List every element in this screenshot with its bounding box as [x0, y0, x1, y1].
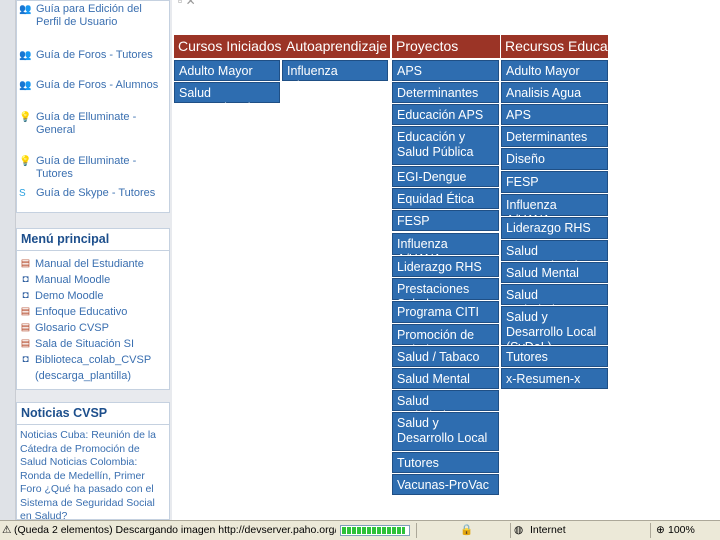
- course-link[interactable]: Influenza A/H1N1: [392, 233, 499, 266]
- course-link[interactable]: Salud Trabajadores: [501, 284, 608, 317]
- forum-icon: 👥: [19, 50, 32, 61]
- lightbulb-icon: 💡: [19, 112, 32, 123]
- course-link[interactable]: x-Resumen-x: [501, 368, 608, 389]
- menu-item-label: Biblioteca_colab_CVSP: [35, 354, 152, 366]
- course-link[interactable]: Influenza A/H1N1: [282, 60, 388, 93]
- separator: [510, 523, 511, 538]
- globe-icon: ◍: [514, 524, 524, 536]
- user-group-icon: 👥: [19, 4, 32, 15]
- guide-link-label: Guía de Foros - Alumnos: [36, 79, 159, 91]
- course-link[interactable]: Salud Trabajadores: [392, 390, 499, 423]
- menu-item-label: Demo Moodle: [35, 290, 104, 302]
- guide-link-label: Guía de Skype - Tutores: [36, 187, 156, 199]
- course-link[interactable]: Salud Internacional: [174, 82, 280, 115]
- menu-item-label: Enfoque Educativo: [35, 306, 128, 318]
- lightbulb-icon: 💡: [19, 156, 32, 167]
- lock-icon: 🔒: [460, 524, 474, 536]
- guide-link-label: Guía de Elluminate - General: [36, 111, 137, 136]
- main-menu-block: Menú principal ▤ Manual del Estudiante ◘ Ma…: [16, 228, 170, 390]
- skype-icon: S: [19, 188, 26, 199]
- moodle-icon: ◘: [22, 354, 29, 365]
- course-link[interactable]: Educación APS: [392, 104, 499, 125]
- course-link[interactable]: Analisis Agua: [501, 82, 608, 103]
- news-title[interactable]: Noticias CVSP: [17, 403, 169, 425]
- status-text: (Queda 2 elementos) Descargando imagen h…: [14, 524, 336, 536]
- menu-item-label: Manual del Estudiante: [35, 258, 144, 270]
- sidebar: 👥 Guía para Edición del Perfil de Usuario…: [0, 0, 172, 522]
- course-link[interactable]: Promoción de Salud: [392, 324, 499, 357]
- course-link[interactable]: FESP: [501, 171, 608, 193]
- course-link[interactable]: Salud y Desarrollo Local: [392, 412, 499, 451]
- course-link[interactable]: Salud Mental: [501, 262, 608, 283]
- guide-link-label: Guía para Edición del Perfil de Usuario: [36, 3, 142, 28]
- zone-text: Internet: [530, 524, 566, 536]
- course-link[interactable]: Vacunas-ProVac: [392, 474, 499, 495]
- course-link[interactable]: Influenza A/H1N1: [501, 194, 608, 227]
- column-header: Recursos Educacionales Abiertos: [501, 35, 714, 58]
- menu-item-label: Glosario CVSP: [35, 322, 109, 334]
- course-link[interactable]: Determinantes: [501, 126, 608, 147]
- course-link[interactable]: Equidad Ética: [392, 188, 499, 209]
- progress-fill: [342, 527, 405, 534]
- course-link[interactable]: FESP: [392, 210, 499, 231]
- course-link[interactable]: Programa CITI: [392, 301, 499, 323]
- zoom-level[interactable]: 100%: [668, 521, 695, 540]
- column-header: Autoaprendizaje: [282, 35, 390, 58]
- course-link[interactable]: APS: [392, 60, 499, 81]
- guides-block: 👥 Guía para Edición del Perfil de Usuario…: [16, 0, 170, 213]
- moodle-icon: ◘: [22, 290, 29, 301]
- status-bar: ⚠ (Queda 2 elementos) Descargando imagen…: [0, 520, 720, 540]
- separator: [416, 523, 417, 538]
- main-menu-title: Menú principal: [17, 229, 169, 251]
- menu-item-label: Manual Moodle: [35, 274, 111, 286]
- course-link[interactable]: Liderazgo RHS: [501, 217, 608, 239]
- course-link[interactable]: Salud y Desarrollo Local (SyDeL): [501, 306, 608, 354]
- menu-item-label: Sala de Situación SI: [35, 338, 135, 350]
- warning-icon: ⚠: [2, 524, 12, 536]
- menu-item[interactable]: ▤ Enfoque Educativo: [19, 305, 169, 319]
- sidebar-scroll-strip: [0, 0, 16, 520]
- moodle-icon: ◘: [22, 274, 29, 285]
- course-link[interactable]: Salud Mental: [392, 368, 499, 389]
- course-link[interactable]: Determinantes: [392, 82, 499, 103]
- close-icon[interactable]: ▫ ✕: [178, 0, 196, 8]
- course-link[interactable]: Educación y Salud Pública: [392, 126, 499, 165]
- course-link[interactable]: APS: [501, 104, 608, 125]
- menu-item[interactable]: ◘ Demo Moodle: [19, 289, 169, 303]
- news-block: Noticias CVSP Noticias Cuba: Reunión de …: [16, 402, 170, 522]
- menu-item[interactable]: ◘ Manual Moodle: [19, 273, 169, 287]
- course-link[interactable]: Adulto Mayor: [501, 60, 608, 81]
- separator: [650, 523, 651, 538]
- guide-link-label: Guía de Foros - Tutores: [36, 49, 153, 61]
- course-link[interactable]: Salud / Tabaco: [392, 346, 499, 367]
- course-link[interactable]: EGI-Dengue: [392, 166, 499, 187]
- document-icon: ▤: [20, 306, 31, 317]
- menu-item[interactable]: ▤ Glosario CVSP: [19, 321, 169, 335]
- course-link[interactable]: Adulto Mayor: [174, 60, 280, 81]
- forum-icon: 👥: [19, 80, 32, 91]
- document-icon: ▤: [20, 258, 31, 269]
- course-link[interactable]: Prestaciones Salud: [392, 278, 499, 311]
- column-header: Cursos Iniciados: [174, 35, 282, 58]
- course-link[interactable]: Tutores: [392, 452, 499, 473]
- course-link[interactable]: Diseño: [501, 148, 608, 170]
- menu-item[interactable]: ▤ Sala de Situación SI: [19, 337, 169, 351]
- course-link[interactable]: Liderazgo RHS: [392, 256, 499, 277]
- document-icon: ▤: [20, 338, 31, 349]
- menu-item[interactable]: ▤ Manual del Estudiante: [19, 257, 169, 271]
- menu-item[interactable]: ◘ Biblioteca_colab_CVSP: [19, 353, 169, 367]
- guide-link-label: Guía de Elluminate - Tutores: [36, 155, 137, 180]
- menu-item[interactable]: (descarga_plantilla): [19, 369, 169, 383]
- progress-bar: [340, 525, 410, 536]
- menu-item-label: (descarga_plantilla): [35, 370, 131, 382]
- zoom-icon[interactable]: ⊕: [656, 521, 665, 540]
- news-body[interactable]: Noticias Cuba: Reunión de la Cátedra de …: [20, 429, 168, 524]
- course-link[interactable]: Salud Internacional: [501, 240, 608, 273]
- course-link[interactable]: Tutores: [501, 346, 608, 367]
- column-header: Proyectos: [392, 35, 500, 58]
- document-icon: ▤: [20, 322, 31, 333]
